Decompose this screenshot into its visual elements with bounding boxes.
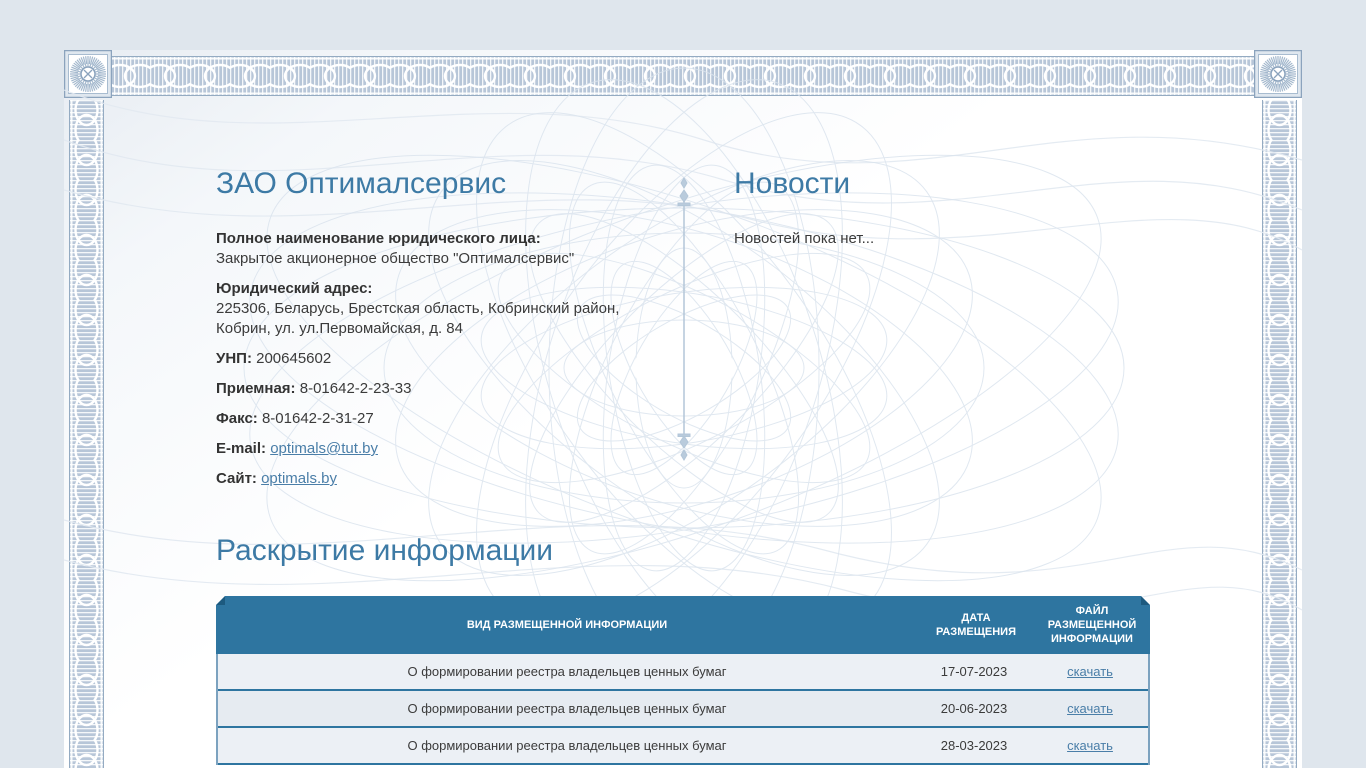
field-full-name: Полное наименование юридического лица: З… (216, 229, 682, 269)
company-section: ЗАО Оптималсервис Полное наименование юр… (216, 165, 682, 499)
field-label: Факс: (216, 410, 258, 427)
cell-info-type: О формировании реестра владельцев ценных… (407, 738, 727, 753)
table-body: О формировании реестра владельцев ценных… (216, 654, 1150, 765)
disclosure-table: ВИД РАЗМЕЩЕННОЙ ИНФОРМАЦИИ ДАТА РАЗМЕЩЕН… (216, 596, 1150, 765)
field-value: 8-01642-2-23-33 (299, 380, 412, 397)
disclosure-title: Раскрытие информации (216, 534, 553, 567)
table-row: О формировании реестра владельцев ценных… (218, 691, 1148, 728)
cell-info-type: О формировании реестра владельцев ценных… (407, 664, 727, 679)
field-value: 200645602 (256, 350, 332, 367)
cell-file: скачать (1032, 654, 1148, 689)
column-header-date: ДАТА РАЗМЕЩЕНИЯ (935, 612, 1016, 638)
field-reception-phone: Приемная: 8-01642-2-23-33 (216, 379, 682, 399)
field-website: Сайт: optimals.by (216, 469, 682, 489)
border-pattern-left (69, 100, 104, 768)
cell-file: скачать (1032, 691, 1148, 726)
column-header-info-type: ВИД РАЗМЕЩЕННОЙ ИНФОРМАЦИИ (466, 619, 668, 631)
download-link[interactable]: скачать (1067, 664, 1113, 679)
field-value: Кобрин, ул. ул.Первомайская, д. 84 (216, 320, 463, 337)
website-link[interactable]: optimals.by (261, 470, 337, 487)
table-row: О формировании реестра владельцев ценных… (218, 654, 1148, 691)
field-unp: УНП: 200645602 (216, 349, 682, 369)
corner-rosette-icon (1254, 50, 1302, 98)
table-header-row: ВИД РАЗМЕЩЕННОЙ ИНФОРМАЦИИ ДАТА РАЗМЕЩЕН… (216, 596, 1150, 654)
table-row: О формировании реестра владельцев ценных… (218, 728, 1148, 765)
field-label: E-mail: (216, 440, 267, 457)
cell-file: скачать (1032, 728, 1148, 763)
field-fax: Факс: 8-01642-2-31-27 (216, 409, 682, 429)
cell-date: 17-07-2023 (940, 664, 1008, 679)
field-value: 8-01642-2-31-27 (261, 410, 374, 427)
field-label: УНП: (216, 350, 252, 367)
border-pattern-right (1262, 100, 1297, 768)
column-header-file: ФАЙЛ РАЗМЕЩЕННОЙ ИНФОРМАЦИИ (1047, 605, 1137, 645)
page-content: ЗАО Оптималсервис Полное наименование юр… (216, 0, 1150, 768)
download-link[interactable]: скачать (1067, 738, 1113, 753)
news-empty-text: Новостей пока нет... (734, 230, 875, 247)
field-label: Полное наименование юридического лица: (216, 230, 541, 247)
cell-date: 20-06-2023 (940, 701, 1008, 716)
field-label: Сайт: (216, 470, 257, 487)
field-email: E-mail: optimals@tut.by (216, 439, 682, 459)
email-link[interactable]: optimals@tut.by (270, 440, 378, 457)
field-value: 225306, Беларусь, Брестская область, Коб… (216, 300, 620, 317)
download-link[interactable]: скачать (1067, 701, 1113, 716)
disclosure-section: Раскрытие информации ВИД РАЗМЕЩЕННОЙ ИНФ… (216, 532, 1150, 765)
news-section: Новости Новостей пока нет... (734, 165, 1150, 249)
cell-info-type: О формировании реестра владельцев ценных… (407, 701, 727, 716)
news-title: Новости (734, 167, 851, 200)
cell-date: 28-03-2023 (940, 738, 1008, 753)
field-label: Юридический адрес: (216, 280, 373, 297)
field-address: Юридический адрес: 225306, Беларусь, Бре… (216, 279, 682, 339)
corner-rosette-icon (64, 50, 112, 98)
company-title: ЗАО Оптималсервис (216, 167, 507, 200)
field-value: Закрытое акционерное общество "Оптималсе… (216, 250, 575, 267)
field-label: Приемная: (216, 380, 296, 397)
